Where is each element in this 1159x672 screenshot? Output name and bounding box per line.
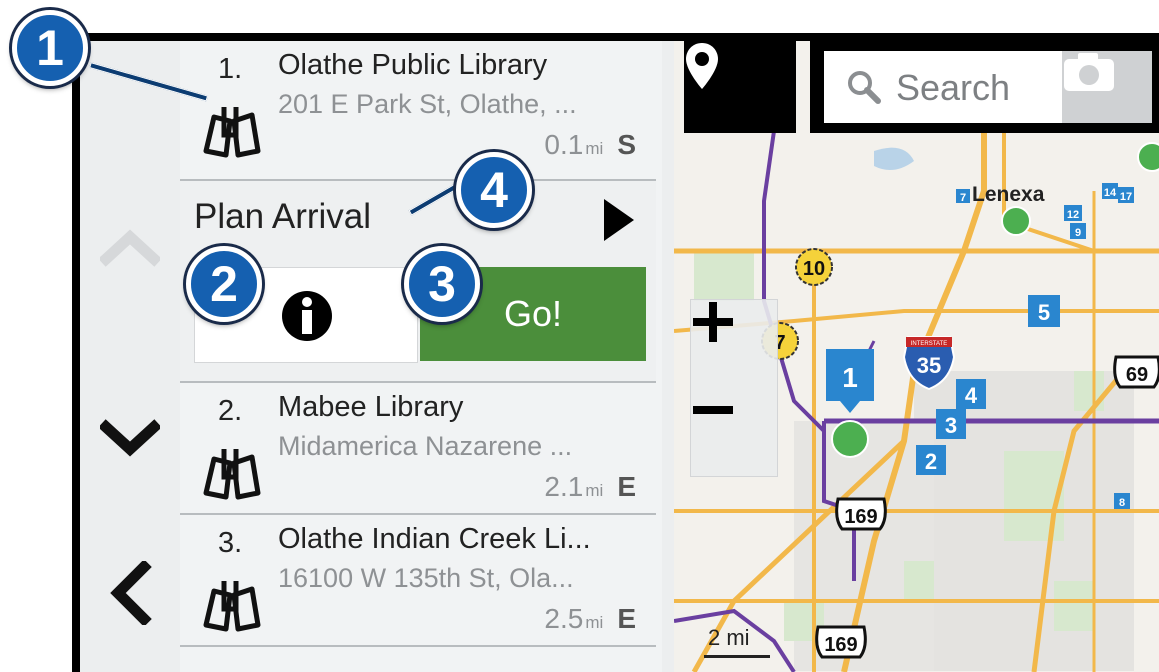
- screen: 1. Olathe Public Library 201 E Park St, …: [80, 41, 1159, 672]
- map-view[interactable]: 1 2 3 4 5 7 12 14 17 9 8 10 7 INTERSTATE…: [674, 41, 1159, 672]
- chevron-left-icon: [110, 561, 152, 625]
- direction: S: [617, 129, 636, 160]
- direction: E: [617, 603, 636, 634]
- scroll-up-button[interactable]: [88, 205, 172, 289]
- distance-unit: mi: [585, 481, 604, 500]
- location-pin-button[interactable]: [684, 41, 796, 133]
- result-name: Mabee Library: [278, 391, 464, 423]
- chevron-up-icon: [100, 229, 160, 267]
- library-books-icon: [203, 449, 261, 500]
- map-scale-label: 2 mi: [708, 625, 750, 650]
- camera-button[interactable]: [1062, 51, 1152, 123]
- library-books-icon: [203, 581, 261, 632]
- minus-icon: [693, 406, 733, 414]
- result-marker-2-label[interactable]: 2: [925, 449, 937, 474]
- info-icon: [282, 291, 332, 341]
- us-69-shield: 69: [1126, 364, 1148, 386]
- results-list: 1. Olathe Public Library 201 E Park St, …: [180, 41, 662, 672]
- result-item-3[interactable]: 3. Olathe Indian Creek Li... 16100 W 135…: [180, 515, 656, 647]
- result-marker-5-label[interactable]: 5: [1038, 300, 1050, 325]
- plan-arrival-label[interactable]: Plan Arrival: [194, 197, 371, 237]
- distance-value: 0.1: [544, 129, 584, 160]
- highway-10-shield: 10: [803, 258, 825, 280]
- distance-value: 2.1: [544, 471, 584, 502]
- result-address: 16100 W 135th St, Ola...: [278, 563, 574, 593]
- plus-icon: [693, 302, 733, 342]
- result-distance: 2.1 mi E: [544, 471, 636, 503]
- device-frame: 1. Olathe Public Library 201 E Park St, …: [72, 33, 1159, 672]
- distance-value: 2.5: [544, 603, 584, 634]
- distance-unit: mi: [585, 613, 604, 632]
- play-arrow-icon[interactable]: [598, 197, 638, 243]
- interstate-35-shield: 35: [917, 353, 941, 378]
- camera-icon: [1064, 53, 1114, 91]
- callout-1: 1: [12, 10, 88, 86]
- result-marker-1-label[interactable]: 1: [842, 362, 858, 393]
- result-address: 201 E Park St, Olathe, ...: [278, 89, 577, 119]
- result-item-2[interactable]: 2. Mabee Library Midamerica Nazarene ...…: [180, 383, 656, 515]
- small-marker: 14: [1104, 187, 1117, 199]
- result-distance: 2.5 mi E: [544, 603, 636, 635]
- small-marker: 7: [960, 192, 966, 204]
- search-bar: Search: [810, 41, 1159, 133]
- result-distance: 0.1 mi S: [544, 129, 636, 161]
- result-item-1[interactable]: 1. Olathe Public Library 201 E Park St, …: [180, 41, 656, 181]
- chevron-down-icon: [100, 419, 160, 457]
- result-name: Olathe Public Library: [278, 49, 548, 81]
- search-placeholder: Search: [896, 67, 1011, 108]
- zoom-in-button[interactable]: [691, 300, 777, 386]
- callout-3: 3: [404, 246, 480, 322]
- scroll-down-button[interactable]: [88, 397, 172, 481]
- small-marker: 17: [1120, 191, 1132, 203]
- interstate-label: INTERSTATE: [911, 341, 947, 347]
- zoom-out-button[interactable]: [691, 388, 777, 474]
- result-marker-4-label[interactable]: 4: [965, 383, 978, 408]
- small-marker: 12: [1067, 209, 1079, 221]
- map-pin-icon: [686, 43, 718, 89]
- back-button[interactable]: [88, 551, 172, 635]
- scroll-nav-column: [80, 41, 180, 672]
- callout-4: 4: [456, 152, 532, 228]
- small-marker: 8: [1119, 497, 1125, 509]
- search-input[interactable]: Search: [824, 51, 1062, 123]
- map-scale-bar: [704, 655, 770, 658]
- magnifier-icon: [848, 71, 881, 104]
- result-number: 2.: [218, 395, 243, 427]
- zoom-controls: [690, 299, 778, 477]
- result-number: 1.: [218, 53, 243, 85]
- city-label-lenexa: Lenexa: [972, 183, 1045, 206]
- result-marker-3-label[interactable]: 3: [945, 413, 957, 438]
- result-number: 3.: [218, 527, 243, 559]
- us-169-shield: 169: [844, 506, 877, 528]
- result-name: Olathe Indian Creek Li...: [278, 523, 591, 555]
- us-169-shield: 169: [824, 634, 857, 656]
- distance-unit: mi: [585, 139, 604, 158]
- library-books-icon: [203, 107, 261, 158]
- callout-2: 2: [186, 246, 262, 322]
- small-marker: 9: [1075, 227, 1081, 239]
- result-address: Midamerica Nazarene ...: [278, 431, 573, 461]
- direction: E: [617, 471, 636, 502]
